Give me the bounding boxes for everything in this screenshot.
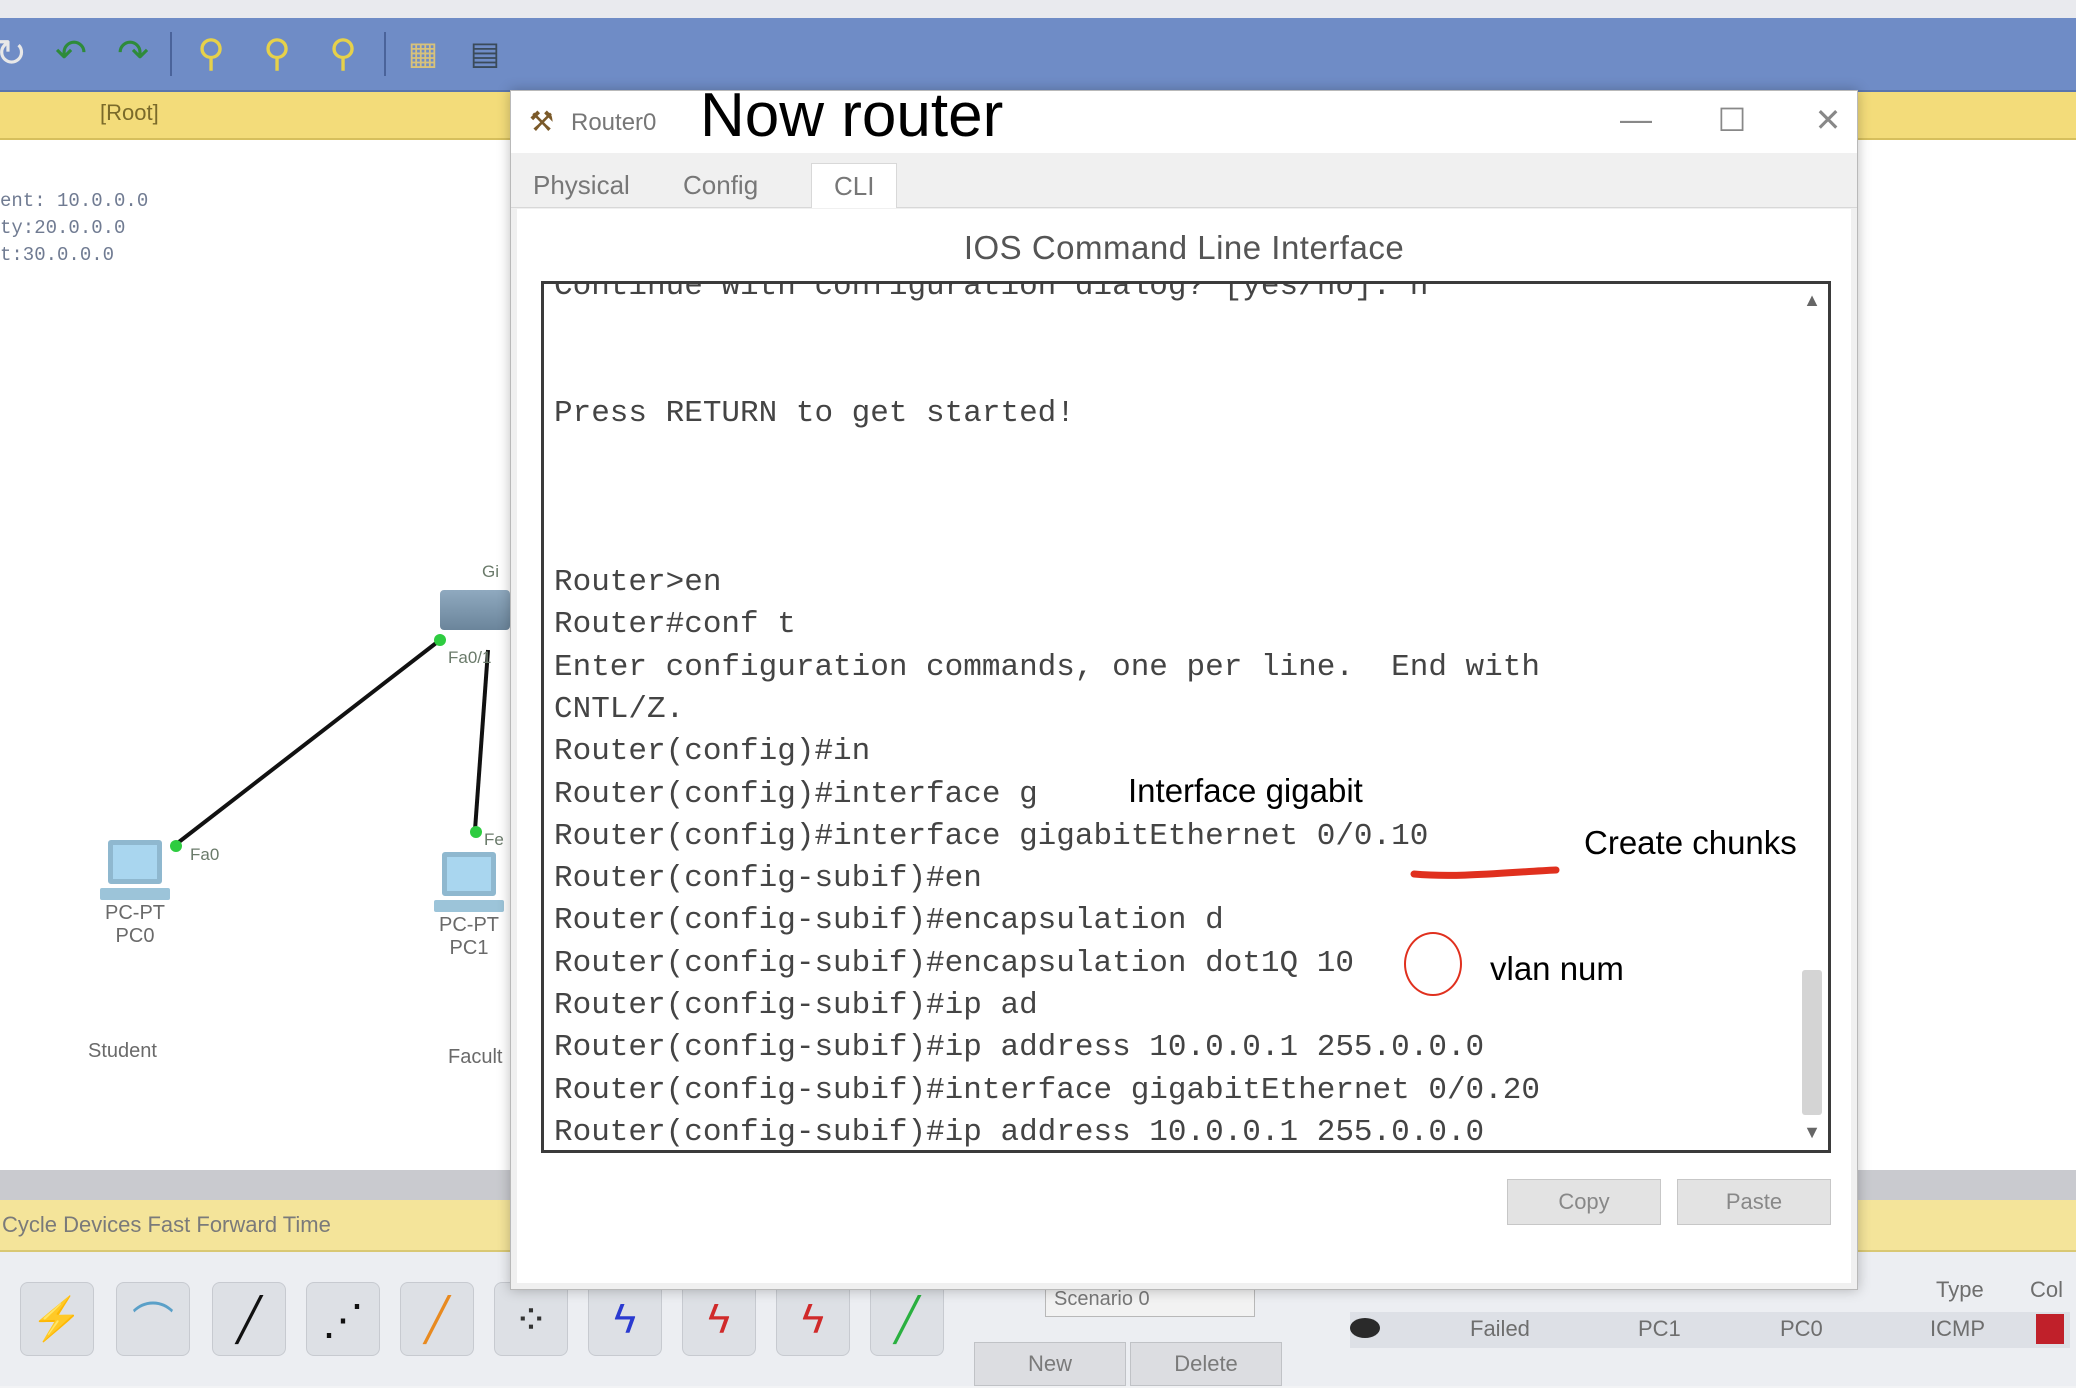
- delete-scenario-button[interactable]: Delete: [1130, 1342, 1282, 1386]
- area-label-faculty: Facult: [448, 1046, 503, 1068]
- link-label: Gi: [482, 562, 499, 581]
- column-header: Type: [1936, 1277, 1984, 1302]
- pdu-fire-dot: [1350, 1318, 1380, 1338]
- pdu-type: ICMP: [1930, 1316, 1985, 1341]
- scroll-down-icon[interactable]: ▼: [1799, 1122, 1825, 1146]
- scenario-select[interactable]: Scenario 0: [1045, 1287, 1255, 1317]
- custom-device-icon[interactable]: ▤: [460, 28, 510, 78]
- toolbar-divider: [384, 32, 386, 76]
- router0-window: ⚒ Router0 — ☐ ✕ Physical Config CLI IOS …: [510, 90, 1858, 1290]
- zoom-reset-icon[interactable]: ⚲: [252, 28, 302, 78]
- column-header: Col: [2030, 1277, 2064, 1302]
- device-type: PC-PT: [439, 914, 499, 936]
- annotation-headline: Now router: [700, 81, 1004, 150]
- coaxial-cable-icon[interactable]: ϟ: [588, 1282, 662, 1356]
- minimize-icon[interactable]: —: [1611, 101, 1661, 138]
- pc0-device[interactable]: PC-PT PC0: [90, 840, 180, 948]
- link-label: Fa0/1: [448, 648, 492, 667]
- pdu-destination: PC0: [1780, 1316, 1823, 1341]
- link-label: Fe: [484, 830, 504, 849]
- switch-icon[interactable]: [440, 590, 510, 630]
- annotation-underline: [1410, 866, 1560, 879]
- window-title: Router0: [571, 109, 657, 136]
- legend-line: t:30.0.0.0: [0, 244, 115, 266]
- paste-button[interactable]: Paste: [1677, 1179, 1831, 1225]
- pdu-source: PC1: [1638, 1316, 1681, 1341]
- pdu-color-swatch: [2036, 1314, 2064, 1344]
- copy-button[interactable]: Copy: [1507, 1179, 1661, 1225]
- link-status-dot: [434, 634, 446, 646]
- maximize-icon[interactable]: ☐: [1707, 101, 1757, 139]
- legend-line: ent: 10.0.0.0: [0, 190, 149, 212]
- link-pc0-switch: [173, 638, 442, 847]
- annotation-circle: [1404, 932, 1462, 996]
- straight-cable-icon[interactable]: ╱: [212, 1282, 286, 1356]
- router-icon: ⚒: [529, 106, 555, 137]
- console-cable-icon[interactable]: ⌒: [116, 1282, 190, 1356]
- table-row[interactable]: Failed PC1 PC0 ICMP: [1350, 1312, 2070, 1348]
- undo-icon[interactable]: ↶: [46, 28, 96, 78]
- zoom-out-icon[interactable]: ⚲: [318, 28, 368, 78]
- tab-bar: Physical Config CLI: [511, 155, 1857, 208]
- close-icon[interactable]: ✕: [1803, 101, 1853, 139]
- fiber-cable-icon[interactable]: ╱: [400, 1282, 474, 1356]
- palette-icon[interactable]: ▦: [398, 28, 448, 78]
- terminal-output[interactable]: Continue with configuration dialog? [yes…: [554, 284, 1540, 1150]
- terminal-scrollbar[interactable]: ▲ ▼: [1799, 290, 1825, 1146]
- zoom-in-icon[interactable]: ⚲: [186, 28, 236, 78]
- cli-terminal[interactable]: Continue with configuration dialog? [yes…: [541, 281, 1831, 1153]
- crossover-cable-icon[interactable]: ⋰: [306, 1282, 380, 1356]
- scroll-up-icon[interactable]: ▲: [1799, 290, 1825, 314]
- link-status-dot: [470, 826, 482, 838]
- scroll-thumb[interactable]: [1802, 970, 1822, 1115]
- link-pc1-switch: [473, 649, 490, 831]
- menu-bar: [0, 0, 2076, 18]
- serial-dce-icon[interactable]: ϟ: [682, 1282, 756, 1356]
- annotation-interface: Interface gigabit: [1128, 772, 1363, 809]
- annotation-chunks: Create chunks: [1584, 824, 1797, 861]
- main-toolbar: ↻ ↶ ↷ ⚲ ⚲ ⚲ ▦ ▤: [0, 18, 2076, 92]
- pc1-device[interactable]: PC-PT PC1: [424, 852, 514, 960]
- phone-cable-icon[interactable]: ⁘: [494, 1282, 568, 1356]
- tab-physical[interactable]: Physical: [511, 163, 652, 207]
- tab-cli[interactable]: CLI: [811, 163, 898, 208]
- auto-connection-icon[interactable]: ⚡: [20, 1282, 94, 1356]
- device-name: PC1: [449, 937, 489, 959]
- toolbar-divider: [170, 32, 172, 76]
- serial-dte-icon[interactable]: ϟ: [776, 1282, 850, 1356]
- pdu-status: Failed: [1470, 1316, 1530, 1341]
- annotation-vlan: vlan num: [1490, 950, 1624, 987]
- pc-icon: [434, 852, 504, 914]
- new-scenario-button[interactable]: New: [974, 1342, 1126, 1386]
- link-label: Fa0: [190, 845, 220, 864]
- area-label-student: Student: [88, 1040, 157, 1062]
- cli-panel: IOS Command Line Interface Continue with…: [517, 209, 1851, 1283]
- vlan-legend: ent: 10.0.0.0 ty:20.0.0.0 t:30.0.0.0: [0, 188, 148, 269]
- realtime-label: Cycle Devices Fast Forward Time: [2, 1212, 331, 1237]
- legend-line: ty:20.0.0.0: [0, 217, 126, 239]
- root-label[interactable]: [Root]: [100, 100, 159, 126]
- tab-config[interactable]: Config: [661, 163, 780, 207]
- pc-icon: [100, 840, 170, 902]
- redo-icon[interactable]: ↷: [108, 28, 158, 78]
- cli-heading: IOS Command Line Interface: [963, 229, 1405, 266]
- device-name: PC0: [115, 925, 155, 947]
- octal-cable-icon[interactable]: ╱: [870, 1282, 944, 1356]
- device-type: PC-PT: [105, 902, 165, 924]
- refresh-icon[interactable]: ↻: [0, 28, 36, 78]
